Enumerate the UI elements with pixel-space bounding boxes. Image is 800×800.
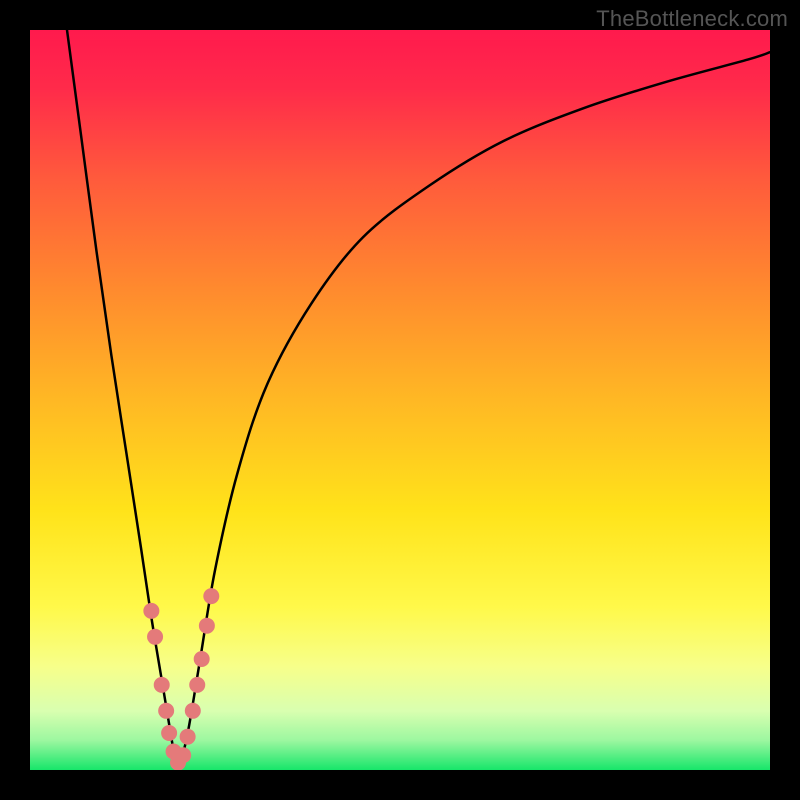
data-dot (175, 747, 191, 763)
plot-area (30, 30, 770, 770)
data-dot (199, 618, 215, 634)
data-dot (147, 629, 163, 645)
data-dot (180, 729, 196, 745)
chart-svg (30, 30, 770, 770)
data-dot (185, 703, 201, 719)
data-dot (158, 703, 174, 719)
chart-frame: TheBottleneck.com (0, 0, 800, 800)
data-dot (194, 651, 210, 667)
data-dot (203, 588, 219, 604)
gradient-background (30, 30, 770, 770)
data-dot (143, 603, 159, 619)
data-dot (189, 677, 205, 693)
data-dot (154, 677, 170, 693)
data-dot (161, 725, 177, 741)
watermark-text: TheBottleneck.com (596, 6, 788, 32)
